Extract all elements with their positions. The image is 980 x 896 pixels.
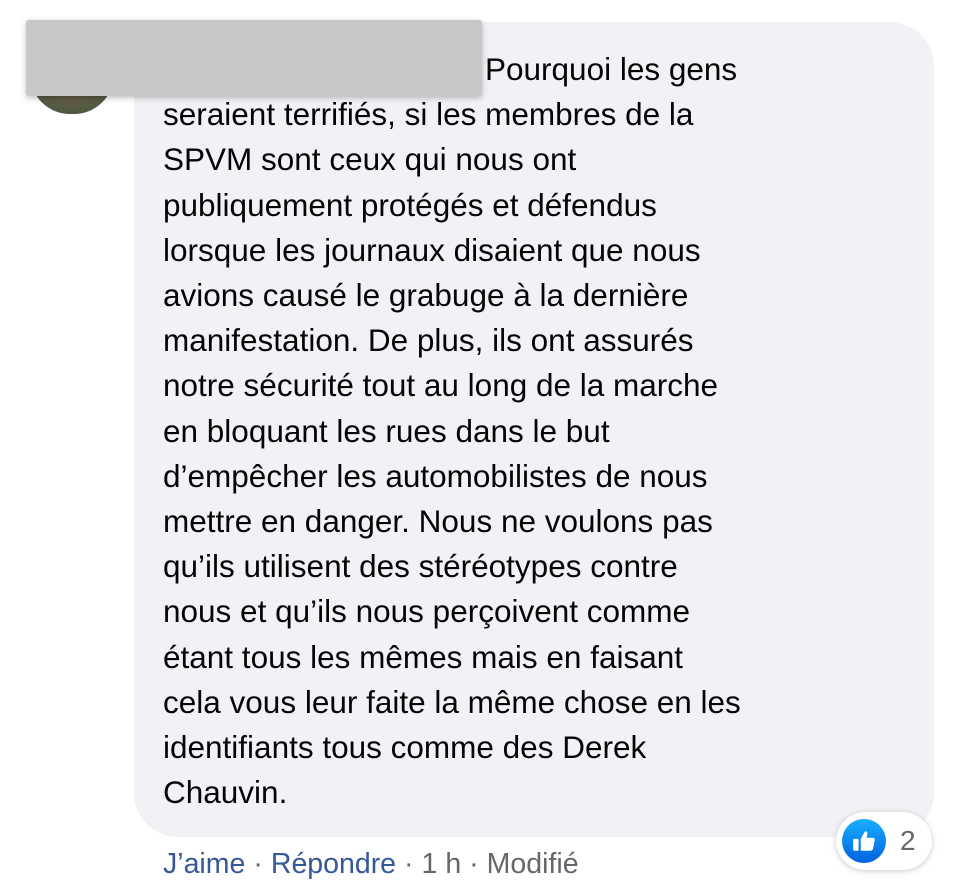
reaction-summary[interactable]: 2	[836, 812, 932, 870]
reaction-count: 2	[900, 825, 916, 856]
comment-text: Pourquoi les gens seraient terrifiés, si…	[163, 51, 741, 811]
separator: ·	[253, 848, 263, 880]
separator: ·	[404, 848, 414, 880]
redacted-author-name	[26, 20, 482, 96]
comment-actions: J’aime · Répondre · 1 h · Modifié	[163, 844, 579, 884]
edited-label[interactable]: Modifié	[487, 848, 579, 880]
timestamp[interactable]: 1 h	[422, 848, 462, 880]
like-link[interactable]: J’aime	[163, 848, 245, 880]
thumbs-up-icon	[842, 819, 886, 863]
separator: ·	[469, 848, 479, 880]
reply-link[interactable]: Répondre	[271, 848, 396, 880]
